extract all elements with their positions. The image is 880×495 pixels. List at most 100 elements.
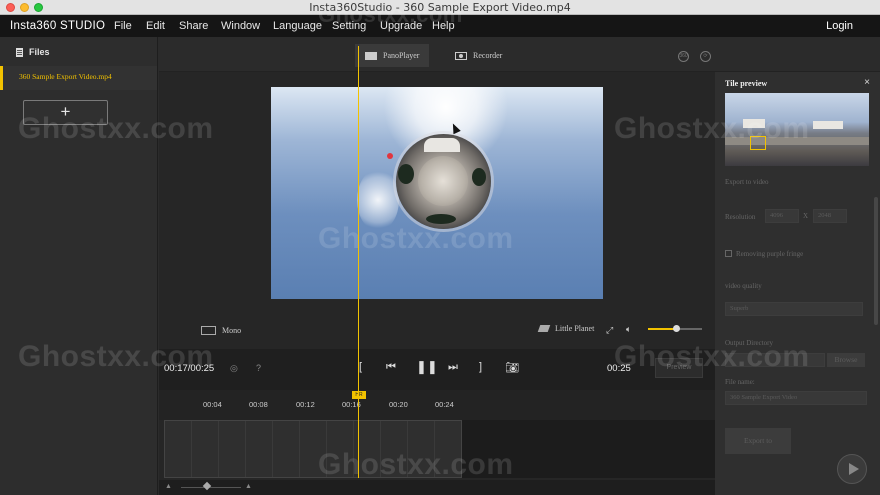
building-shape (813, 121, 843, 129)
building-shape (424, 138, 460, 152)
app-window: Insta360Studio - 360 Sample Export Video… (0, 0, 880, 495)
mark-in-button[interactable]: [ (359, 361, 362, 373)
close-icon[interactable]: × (864, 77, 870, 88)
video-track-clip[interactable] (164, 420, 462, 478)
transport-bar: 00:17/00:25 ◎ ? [ ⏮︎ ❚❚ ⏭︎ ] 📷︎ 00:25 Pr… (159, 349, 715, 390)
output-directory-label: Output Directory (725, 339, 774, 347)
menu-language[interactable]: Language (273, 20, 322, 32)
menu-share[interactable]: Share (179, 20, 208, 32)
video-quality-select[interactable]: Superb (725, 302, 863, 316)
mono-icon (201, 326, 216, 335)
window-title: Insta360Studio - 360 Sample Export Video… (309, 1, 571, 14)
panel-scrollbar[interactable] (874, 197, 878, 325)
menu-setting[interactable]: Setting (332, 20, 366, 32)
browse-button[interactable]: Browse (827, 353, 865, 367)
zoom-out-icon[interactable]: ▲ (165, 483, 172, 490)
zoom-knob[interactable] (202, 481, 212, 491)
panoplayer-icon (365, 51, 377, 60)
resolution-label: Resolution (725, 213, 756, 221)
video-quality-label: video quality (725, 282, 762, 290)
track-empty-area (462, 420, 715, 478)
purple-fringe-checkbox[interactable] (725, 250, 732, 257)
purple-fringe-option[interactable]: Removing purple fringe (725, 250, 803, 258)
purple-fringe-label: Removing purple fringe (736, 250, 804, 258)
timeline-zoom-bar: ▲ ▲ (159, 480, 715, 495)
login-button[interactable]: Login (826, 20, 853, 32)
volume-icon[interactable]: 🔈︎ (626, 324, 631, 335)
title-bar: Insta360Studio - 360 Sample Export Video… (0, 0, 880, 15)
mono-toggle[interactable]: Mono (201, 326, 241, 335)
menu-edit[interactable]: Edit (146, 20, 165, 32)
fullscreen-icon[interactable]: ⤢ (606, 325, 613, 336)
files-title: Files (29, 47, 50, 57)
menu-window[interactable]: Window (221, 20, 260, 32)
player-area: PanoPlayer Recorder 360 ⟳ Mono Little Pl… (159, 37, 715, 495)
preview-button[interactable]: Preview (655, 358, 703, 378)
menu-file[interactable]: File (114, 20, 132, 32)
export-button[interactable]: Export to (725, 428, 791, 454)
tile-preview-thumbnail[interactable] (725, 93, 869, 166)
resolution-x-separator: X (803, 212, 809, 220)
menu-upgrade[interactable]: Upgrade (380, 20, 422, 32)
ground-band (725, 137, 869, 145)
view-reset-icon[interactable]: 360 (678, 51, 689, 62)
add-file-button[interactable]: + (23, 100, 108, 125)
mark-out-button[interactable]: ] (479, 361, 482, 373)
current-time: 00:17/00:25 (164, 363, 215, 374)
volume-slider[interactable] (648, 325, 702, 332)
tab-recorder-label: Recorder (473, 51, 503, 60)
resolution-height-field[interactable]: 2048 (813, 209, 847, 223)
playhead-line[interactable] (358, 46, 359, 478)
file-item-name: 360 Sample Export Video.mp4 (19, 72, 112, 81)
file-name-label: File name: (725, 378, 755, 386)
end-time: 00:25 (607, 363, 631, 374)
zoom-in-icon[interactable]: ▲ (245, 483, 252, 490)
tile-preview-title: Tile preview (725, 79, 768, 88)
little-planet-image (396, 134, 491, 229)
menu-help[interactable]: Help (432, 20, 455, 32)
mono-label: Mono (222, 326, 242, 335)
volume-level (648, 328, 677, 330)
menu-bar: Insta360 STUDIO File Edit Share Window L… (0, 15, 880, 37)
resolution-width-field[interactable]: 4096 (765, 209, 799, 223)
player-tabs: PanoPlayer Recorder 360 ⟳ (159, 37, 715, 72)
loop-icon[interactable]: ◎ (230, 363, 238, 374)
timeline-tick: 00:04 (203, 400, 222, 409)
output-directory-field[interactable] (725, 353, 825, 367)
view-mode-label: Little Planet (555, 324, 595, 333)
playhead-handle[interactable]: HR (352, 391, 366, 399)
recorder-icon (455, 51, 467, 60)
play-overlay-icon[interactable] (837, 454, 867, 484)
timeline-tick: 00:08 (249, 400, 268, 409)
tab-panoplayer[interactable]: PanoPlayer (355, 44, 430, 67)
timeline-ruler[interactable]: 00:04 00:08 00:12 00:16 00:20 00:24 HR (159, 390, 715, 420)
timeline-tick: 00:20 (389, 400, 408, 409)
cloud-shape (357, 169, 399, 231)
tree-shape (472, 168, 486, 186)
volume-knob[interactable] (673, 325, 681, 332)
right-header-strip (715, 37, 880, 72)
next-frame-button[interactable]: ⏭︎ (448, 361, 458, 374)
view-mode-selector[interactable]: Little Planet (537, 324, 595, 333)
previous-frame-button[interactable]: ⏮︎ (386, 361, 396, 374)
files-panel: Files 360 Sample Export Video.mp4 + (0, 37, 158, 495)
balloon-shape (387, 153, 393, 159)
building-shape (743, 119, 765, 128)
pause-button[interactable]: ❚❚ (416, 359, 438, 375)
tile-preview-panel: Tile preview × Export to video Resolutio… (715, 72, 880, 495)
app-brand: Insta360 STUDIO (10, 20, 106, 32)
rotate-icon[interactable]: ⟳ (700, 51, 711, 62)
snapshot-camera-icon[interactable]: 📷︎ (505, 361, 519, 374)
export-to-video-label: Export to video (725, 178, 769, 186)
help-icon[interactable]: ? (256, 363, 261, 373)
timeline-tick: 00:24 (435, 400, 454, 409)
file-name-field[interactable]: 360 Sample Export Video (725, 391, 867, 405)
tile-selection-box[interactable] (750, 136, 766, 150)
timeline-tick: 00:12 (296, 400, 315, 409)
file-item-selected[interactable]: 360 Sample Export Video.mp4 (0, 66, 157, 90)
tab-recorder[interactable]: Recorder (445, 44, 512, 67)
tree-shape (398, 164, 414, 184)
file-list-icon (16, 47, 23, 57)
video-viewport[interactable] (271, 87, 603, 299)
zoom-slider[interactable] (181, 487, 241, 488)
